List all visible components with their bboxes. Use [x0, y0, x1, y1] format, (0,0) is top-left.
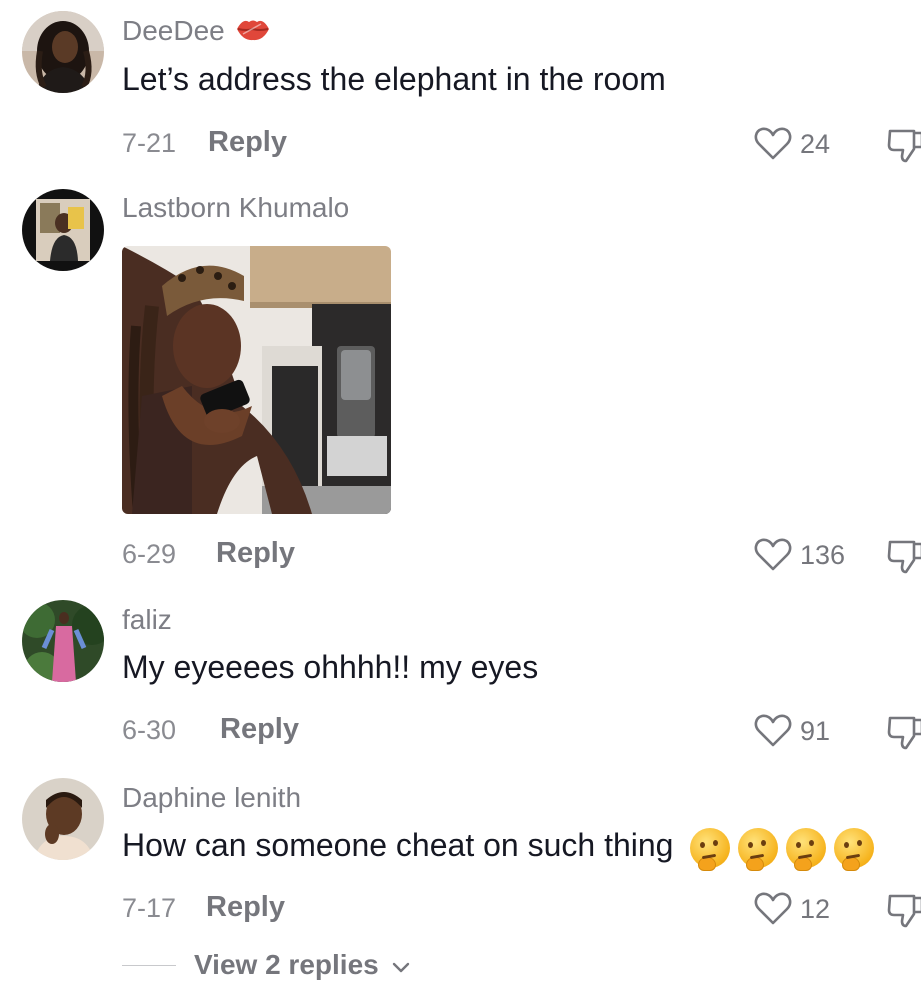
comment-text: Let’s address the elephant in the room — [122, 61, 666, 97]
username[interactable]: Daphine lenith — [122, 782, 301, 814]
reply-button[interactable]: Reply — [206, 890, 285, 924]
thumbs-down-icon[interactable] — [886, 890, 921, 930]
heart-icon — [754, 714, 792, 747]
comment-photo[interactable] — [122, 246, 391, 514]
thumbs-down-icon[interactable] — [886, 125, 921, 165]
like-count: 24 — [800, 129, 831, 159]
reply-button[interactable]: Reply — [216, 536, 295, 570]
thinking-face-emoji — [738, 827, 779, 871]
thinking-face-emoji — [690, 827, 731, 871]
thinking-face-emoji — [834, 827, 875, 871]
like-count: 136 — [800, 540, 846, 570]
thumbs-down-icon[interactable] — [886, 536, 921, 576]
divider-line — [122, 965, 176, 966]
avatar[interactable] — [22, 600, 104, 682]
comment-meta: 6-29 Reply 136 — [122, 534, 921, 574]
comment-meta: 7-21 Reply 24 — [122, 123, 921, 163]
username[interactable]: DeeDee — [122, 15, 271, 49]
like-count: 12 — [800, 894, 831, 924]
comment-item: Daphine lenith How can someone cheat on … — [0, 778, 921, 948]
comment-date: 6-30 — [122, 715, 177, 745]
comment-date: 7-21 — [122, 128, 177, 158]
avatar[interactable] — [22, 189, 104, 271]
heart-icon — [754, 127, 792, 160]
heart-icon — [754, 538, 792, 571]
comment-text-content: How can someone cheat on such thing — [122, 827, 674, 863]
view-replies-button[interactable]: View 2 replies — [122, 948, 522, 984]
comment-item: DeeDee Let’s address the elephant in the… — [0, 0, 921, 180]
comment-date: 7-17 — [122, 893, 177, 923]
thumbs-down-icon[interactable] — [886, 712, 921, 752]
avatar[interactable] — [22, 778, 104, 860]
comment-item: Lastborn Khumalo 6-29 Reply 136 — [0, 180, 921, 600]
thinking-face-emoji — [786, 827, 827, 871]
lips-icon — [235, 16, 271, 49]
comment-text: My eyeeees ohhhh!! my eyes — [122, 649, 539, 685]
username[interactable]: Lastborn Khumalo — [122, 192, 349, 224]
like-count: 91 — [800, 716, 831, 746]
chevron-down-icon — [392, 962, 410, 973]
comment-date: 6-29 — [122, 539, 177, 569]
comment-meta: 6-30 Reply 91 — [122, 710, 921, 750]
heart-icon — [754, 892, 792, 925]
comment-item: faliz My eyeeees ohhhh!! my eyes 6-30 Re… — [0, 600, 921, 780]
comment-text: How can someone cheat on such thing — [122, 826, 882, 871]
reply-button[interactable]: Reply — [220, 712, 299, 746]
avatar[interactable] — [22, 11, 104, 93]
username[interactable]: faliz — [122, 604, 172, 636]
view-replies-label: View 2 replies — [194, 949, 379, 980]
reply-button[interactable]: Reply — [208, 125, 287, 159]
username-text[interactable]: DeeDee — [122, 15, 225, 46]
comment-meta: 7-17 Reply 12 — [122, 888, 921, 928]
